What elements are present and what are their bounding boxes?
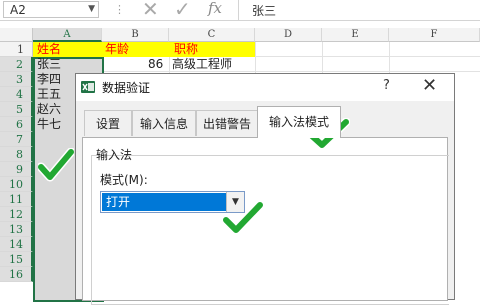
row-header-5[interactable]: 5 bbox=[0, 102, 33, 117]
row-header-8[interactable]: 8 bbox=[0, 147, 33, 162]
row-header-15[interactable]: 15 bbox=[0, 252, 33, 267]
column-header-a[interactable]: A bbox=[33, 28, 102, 42]
enter-icon[interactable]: ✓ bbox=[174, 0, 191, 21]
ime-mode-panel: 输入法 模式(M): 打开 ▼ bbox=[82, 137, 449, 305]
row-header-9[interactable]: 9 bbox=[0, 162, 33, 177]
formula-input[interactable]: 张三 bbox=[252, 2, 276, 19]
row-header-4[interactable]: 4 bbox=[0, 87, 33, 102]
row-header-16[interactable]: 16 bbox=[0, 267, 33, 282]
excel-app-icon bbox=[81, 81, 95, 93]
insert-function-icon[interactable]: fx bbox=[208, 0, 222, 17]
group-title: 输入法 bbox=[96, 148, 133, 162]
cell-b1[interactable]: 年龄 bbox=[105, 42, 129, 57]
row-header-12[interactable]: 12 bbox=[0, 207, 33, 222]
dialog-title: 数据验证 bbox=[102, 81, 151, 95]
name-box[interactable]: A2 ▼ bbox=[3, 1, 99, 18]
cell-a3[interactable]: 李四 bbox=[37, 72, 61, 87]
tab-ime-mode[interactable]: 输入法模式 bbox=[257, 106, 341, 138]
tab-bar: 设置 输入信息 出错警告 输入法模式 bbox=[76, 101, 454, 138]
name-box-value: A2 bbox=[10, 3, 26, 17]
cell-a5[interactable]: 赵六 bbox=[37, 102, 61, 117]
checkmark-icon bbox=[222, 200, 264, 235]
tab-error-alert[interactable]: 出错警告 bbox=[196, 110, 258, 136]
tab-input-message[interactable]: 输入信息 bbox=[132, 110, 196, 136]
mode-label: 模式(M): bbox=[100, 173, 148, 187]
formula-bar: A2 ▼ ⋮ ✕ ✓ fx 张三 bbox=[0, 0, 480, 21]
row-header-6[interactable]: 6 bbox=[0, 117, 33, 132]
cell-c2[interactable]: 高级工程师 bbox=[172, 57, 232, 72]
checkmark-icon bbox=[38, 148, 74, 182]
row-header-14[interactable]: 14 bbox=[0, 237, 33, 252]
cell-a2[interactable]: 张三 bbox=[37, 57, 61, 72]
select-all-corner[interactable] bbox=[0, 28, 33, 42]
row-header-7[interactable]: 7 bbox=[0, 132, 33, 147]
header-row-highlight bbox=[33, 42, 255, 57]
column-header-b[interactable]: B bbox=[102, 28, 169, 42]
cell-b2[interactable]: 86 bbox=[148, 57, 163, 72]
row-header-11[interactable]: 11 bbox=[0, 192, 33, 207]
cell-a1[interactable]: 姓名 bbox=[37, 42, 61, 57]
close-icon[interactable]: ✕ bbox=[422, 75, 437, 96]
cell-a6[interactable]: 牛七 bbox=[37, 117, 61, 132]
cell-a4[interactable]: 王五 bbox=[37, 87, 61, 102]
formula-bar-grip-icon: ⋮ bbox=[114, 3, 125, 16]
row-header-1[interactable]: 1 bbox=[0, 42, 33, 57]
cancel-icon[interactable]: ✕ bbox=[142, 0, 159, 21]
row-header-10[interactable]: 10 bbox=[0, 177, 33, 192]
mode-select-value: 打开 bbox=[102, 193, 228, 211]
column-header-f[interactable]: F bbox=[389, 28, 480, 42]
row-header-2[interactable]: 2 bbox=[0, 57, 33, 72]
dialog-titlebar[interactable]: 数据验证 ? ✕ bbox=[76, 74, 454, 101]
data-validation-dialog: 数据验证 ? ✕ 设置 输入信息 出错警告 输入法模式 输入法 模式(M): 打… bbox=[75, 73, 455, 305]
help-icon[interactable]: ? bbox=[383, 78, 390, 93]
column-header-c[interactable]: C bbox=[169, 28, 255, 42]
cell-c1[interactable]: 职称 bbox=[174, 42, 198, 57]
column-header-d[interactable]: D bbox=[255, 28, 322, 42]
tab-settings[interactable]: 设置 bbox=[84, 110, 132, 136]
column-header-e[interactable]: E bbox=[322, 28, 389, 42]
row-header-13[interactable]: 13 bbox=[0, 222, 33, 237]
row-header-3[interactable]: 3 bbox=[0, 72, 33, 87]
name-box-dropdown-icon[interactable]: ▼ bbox=[88, 4, 95, 14]
formula-bar-divider bbox=[238, 0, 239, 20]
